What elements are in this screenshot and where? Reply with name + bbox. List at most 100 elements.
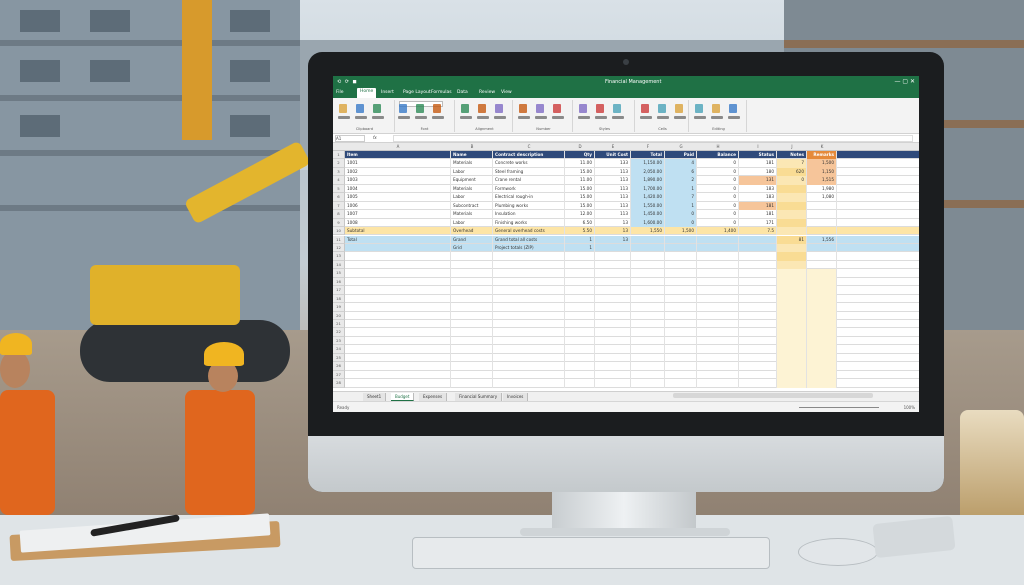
cell[interactable]: 1,080 xyxy=(807,193,837,202)
sheet-tab-sheet1[interactable]: Sheet1 xyxy=(363,393,387,401)
cell[interactable] xyxy=(345,320,451,329)
cell[interactable] xyxy=(631,345,665,354)
cell[interactable]: 1 xyxy=(665,201,697,211)
cell[interactable] xyxy=(451,345,493,354)
cell[interactable] xyxy=(807,286,837,295)
ribbon-command-icon[interactable] xyxy=(433,104,441,113)
row-number[interactable]: 14 xyxy=(333,260,345,270)
cell[interactable] xyxy=(631,260,665,270)
cell[interactable]: 113 xyxy=(595,193,631,202)
cell[interactable]: 0 xyxy=(665,218,697,228)
zoom-slider[interactable] xyxy=(799,407,879,408)
cell[interactable] xyxy=(631,235,665,244)
cell[interactable] xyxy=(345,286,451,295)
cell[interactable]: 1,500 xyxy=(665,227,697,236)
cell[interactable]: Total xyxy=(631,151,665,160)
cell[interactable] xyxy=(345,303,451,312)
ribbon-command-icon[interactable] xyxy=(729,104,737,113)
cell[interactable] xyxy=(595,269,631,278)
cell[interactable]: 5.50 xyxy=(565,227,595,236)
cell[interactable]: 1002 xyxy=(345,167,451,177)
row-number[interactable]: 17 xyxy=(333,286,345,295)
cell[interactable]: 0 xyxy=(697,176,739,185)
sheet-tab-invoices[interactable]: Invoices xyxy=(503,393,529,401)
row-number[interactable]: 20 xyxy=(333,311,345,320)
column-header-a[interactable]: A xyxy=(345,144,451,149)
cell[interactable] xyxy=(777,286,807,295)
cell[interactable]: 4 xyxy=(665,159,697,168)
cell[interactable]: 0 xyxy=(697,201,739,211)
row-number[interactable]: 5 xyxy=(333,184,345,194)
row-number[interactable]: 26 xyxy=(333,362,345,371)
cell[interactable] xyxy=(665,311,697,320)
cell[interactable]: Overhead xyxy=(451,227,493,236)
ribbon-command-icon[interactable] xyxy=(356,104,364,113)
cell[interactable] xyxy=(739,252,777,261)
cell[interactable]: Project totals (ZIP) xyxy=(493,243,565,253)
cell[interactable] xyxy=(451,286,493,295)
row-number[interactable]: 16 xyxy=(333,277,345,287)
cell[interactable] xyxy=(697,235,739,244)
cell[interactable] xyxy=(631,243,665,253)
zoom-level[interactable]: 100% xyxy=(904,405,915,410)
ribbon-command-icon[interactable] xyxy=(399,104,407,113)
cell[interactable] xyxy=(451,311,493,320)
cell[interactable] xyxy=(493,294,565,304)
cell[interactable]: 1 xyxy=(565,243,595,253)
row-number[interactable]: 4 xyxy=(333,176,345,185)
cell[interactable]: 15.00 xyxy=(565,193,595,202)
cell[interactable]: Subcontract xyxy=(451,201,493,211)
cell[interactable]: 81 xyxy=(777,235,807,244)
cell[interactable]: Materials xyxy=(451,184,493,194)
row-number[interactable]: 18 xyxy=(333,294,345,304)
cell[interactable] xyxy=(595,286,631,295)
tab-formulas[interactable]: Formulas xyxy=(431,90,452,95)
tab-view[interactable]: View xyxy=(501,90,512,95)
cell[interactable] xyxy=(665,370,697,380)
cell[interactable]: Subtotal xyxy=(345,227,451,236)
cell[interactable] xyxy=(777,328,807,337)
cell[interactable] xyxy=(493,362,565,371)
cell[interactable] xyxy=(345,328,451,337)
cell[interactable] xyxy=(565,370,595,380)
cell[interactable]: 183 xyxy=(739,193,777,202)
cell[interactable]: 113 xyxy=(595,176,631,185)
cell[interactable] xyxy=(777,227,807,236)
cell[interactable]: Electrical rough-in xyxy=(493,193,565,202)
cell[interactable]: Materials xyxy=(451,210,493,219)
cell[interactable] xyxy=(697,336,739,346)
cell[interactable] xyxy=(631,336,665,346)
cell[interactable] xyxy=(739,277,777,287)
cell[interactable] xyxy=(807,328,837,337)
sheet-tab-budget[interactable]: Budget xyxy=(391,393,415,401)
cell[interactable] xyxy=(595,362,631,371)
cell[interactable] xyxy=(595,294,631,304)
cell[interactable] xyxy=(697,252,739,261)
cell[interactable] xyxy=(595,370,631,380)
cell[interactable] xyxy=(631,320,665,329)
cell[interactable]: Plumbing works xyxy=(493,201,565,211)
cell[interactable] xyxy=(345,345,451,354)
window-controls[interactable]: — ▢ ✕ xyxy=(894,78,915,85)
cell[interactable]: Notes xyxy=(777,151,807,160)
cell[interactable] xyxy=(807,227,837,236)
cell[interactable] xyxy=(807,303,837,312)
cell[interactable] xyxy=(493,260,565,270)
cell[interactable]: 1 xyxy=(665,184,697,194)
cell[interactable]: Paid xyxy=(665,151,697,160)
cell[interactable]: 1,980 xyxy=(807,184,837,194)
cell[interactable]: 183 xyxy=(739,184,777,194)
cell[interactable] xyxy=(451,370,493,380)
ribbon-command-icon[interactable] xyxy=(339,104,347,113)
tab-review[interactable]: Review xyxy=(479,90,495,95)
cell[interactable] xyxy=(451,252,493,261)
row-number[interactable]: 27 xyxy=(333,370,345,380)
cell[interactable]: Labor xyxy=(451,167,493,177)
cell[interactable] xyxy=(565,328,595,337)
cell[interactable] xyxy=(739,320,777,329)
cell[interactable]: 0 xyxy=(665,210,697,219)
name-box[interactable]: A1 xyxy=(335,135,365,142)
column-header-k[interactable]: K xyxy=(807,144,837,149)
cell[interactable]: Grand xyxy=(451,235,493,244)
cell[interactable] xyxy=(697,277,739,287)
